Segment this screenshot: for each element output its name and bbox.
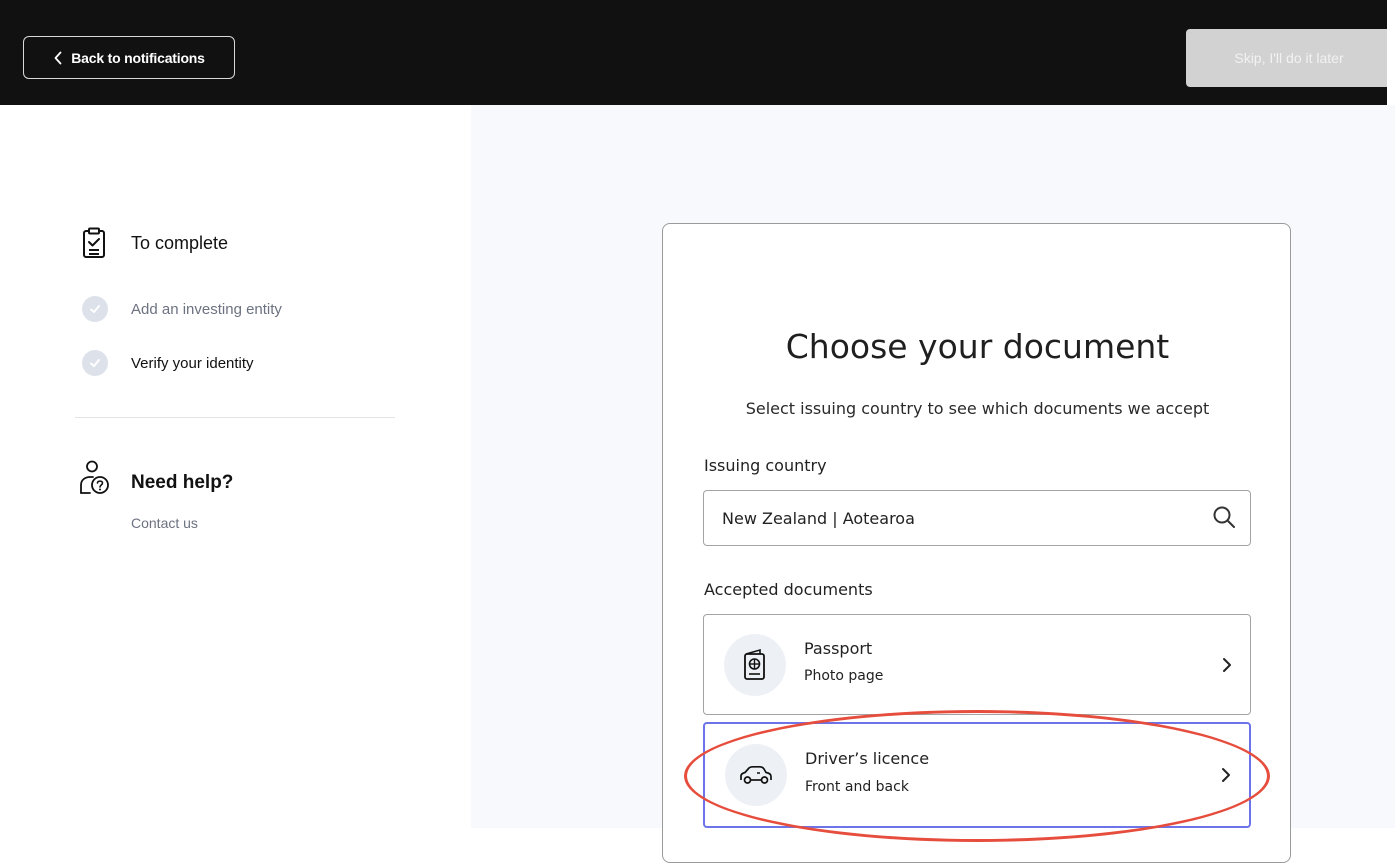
document-name: Driver’s licence <box>805 749 930 768</box>
step-label: Verify your identity <box>131 354 254 372</box>
step-add-investing-entity: Add an investing entity <box>82 296 282 322</box>
choose-document-card: Choose your document Select issuing coun… <box>662 223 1291 863</box>
chevron-right-icon <box>1223 657 1231 672</box>
need-help-title: Need help? <box>131 472 234 493</box>
car-icon <box>740 765 772 784</box>
passport-icon-wrap <box>724 634 786 696</box>
to-complete-title: To complete <box>131 233 229 253</box>
back-to-notifications-button[interactable]: Back to notifications <box>23 36 235 79</box>
document-description: Front and back <box>805 779 909 795</box>
card-title: Choose your document <box>785 327 1170 366</box>
step-verify-identity: Verify your identity <box>82 350 254 376</box>
check-icon <box>82 350 108 376</box>
document-description: Photo page <box>804 668 884 684</box>
document-name: Passport <box>804 639 873 658</box>
check-icon <box>82 296 108 322</box>
chevron-right-icon <box>1222 768 1230 782</box>
skip-button-label: Skip, I'll do it later <box>1234 50 1344 66</box>
topbar-edge <box>1387 0 1395 105</box>
car-icon-wrap <box>725 744 787 806</box>
top-bar: Back to notifications Skip, I'll do it l… <box>0 0 1395 105</box>
sidebar <box>0 105 471 828</box>
back-button-label: Back to notifications <box>71 49 205 66</box>
person-help-icon <box>80 460 109 494</box>
search-icon <box>1213 506 1235 528</box>
skip-button[interactable]: Skip, I'll do it later <box>1186 29 1392 87</box>
accepted-documents-label: Accepted documents <box>704 580 873 599</box>
issuing-country-input[interactable] <box>722 491 1192 545</box>
sidebar-divider <box>75 417 395 418</box>
issuing-country-field[interactable] <box>703 490 1251 546</box>
document-option-passport[interactable]: Passport Photo page <box>703 614 1251 715</box>
contact-us-link[interactable]: Contact us <box>131 515 198 531</box>
passport-icon <box>744 648 765 680</box>
card-subtitle: Select issuing country to see which docu… <box>745 399 1210 418</box>
document-option-drivers-licence[interactable]: Driver’s licence Front and back <box>703 722 1251 828</box>
step-label: Add an investing entity <box>131 300 282 318</box>
chevron-left-icon <box>54 51 62 64</box>
clipboard-check-icon <box>83 227 105 258</box>
issuing-country-label: Issuing country <box>704 456 827 475</box>
